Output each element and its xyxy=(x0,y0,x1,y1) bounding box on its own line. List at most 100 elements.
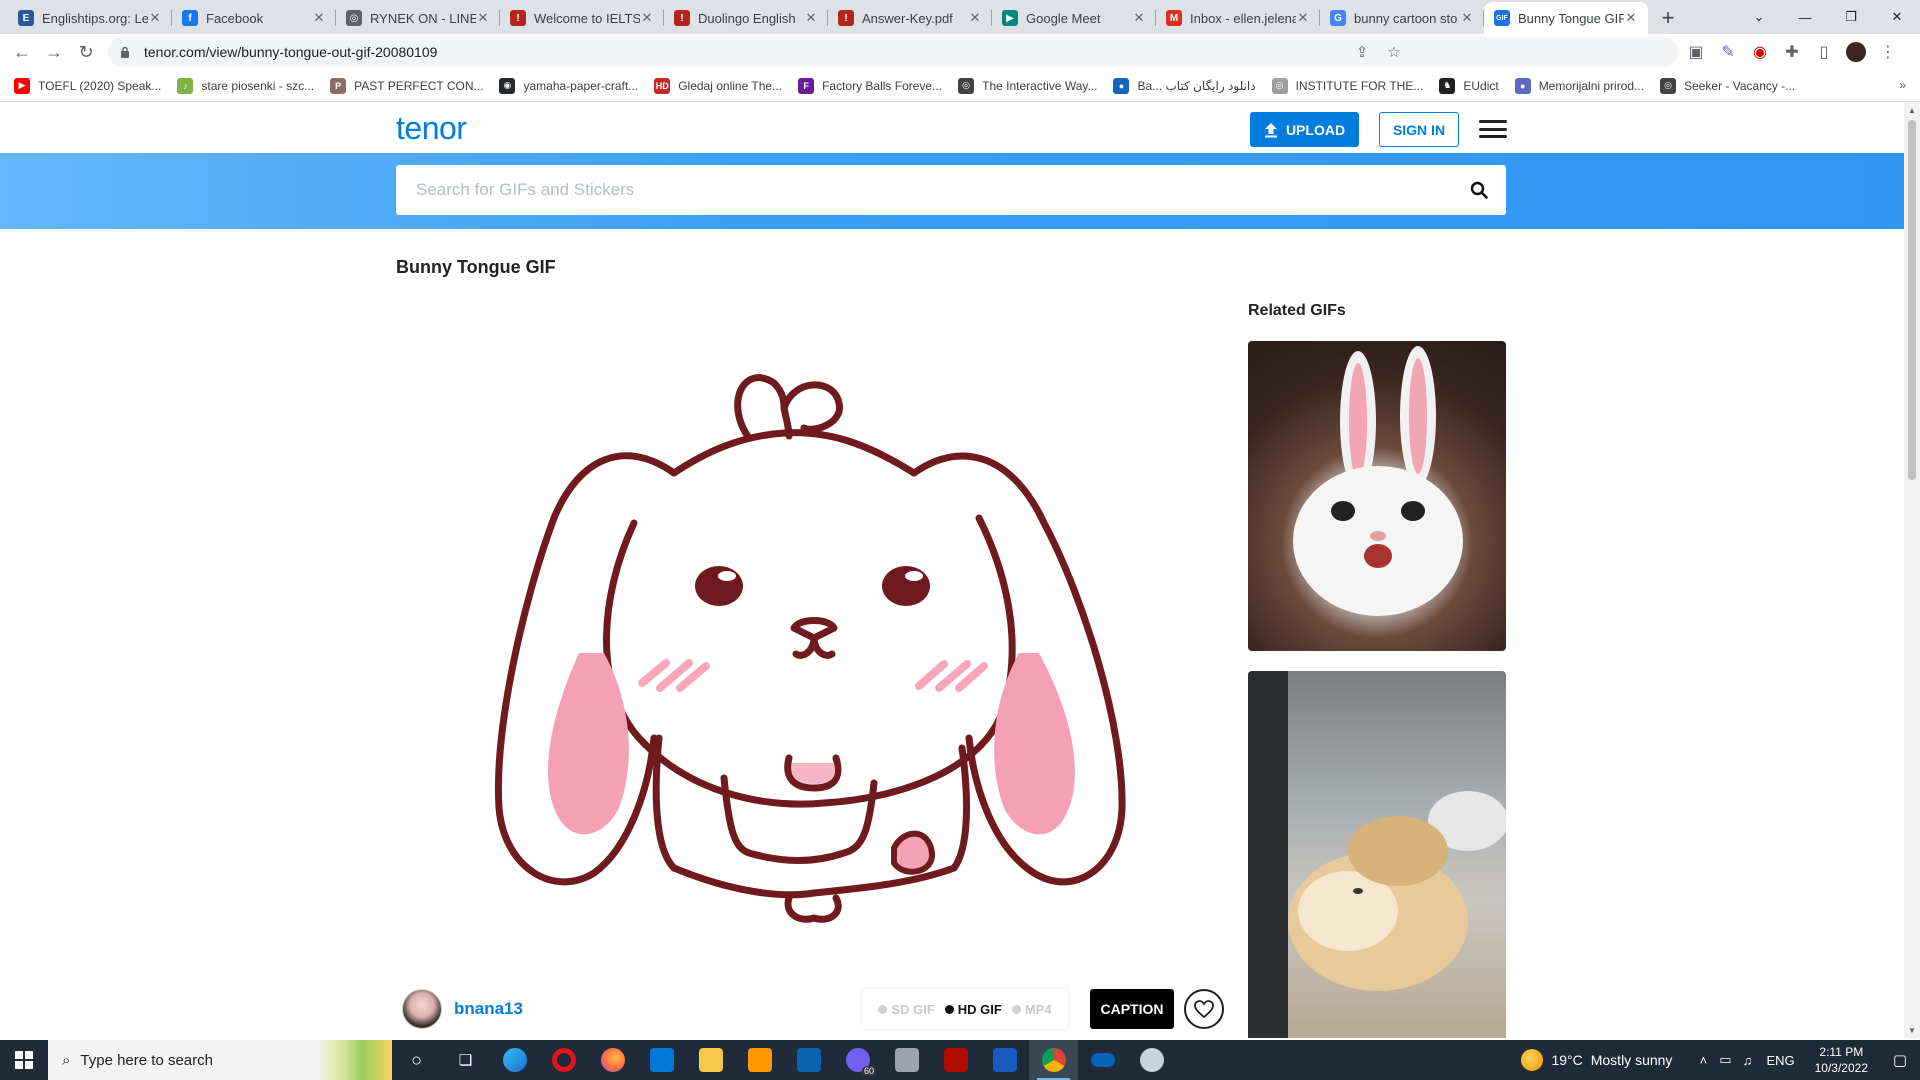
tab-search-icon[interactable]: ⌄ xyxy=(1736,0,1782,34)
author-name[interactable]: bnana13 xyxy=(454,999,523,1019)
forward-button[interactable]: → xyxy=(38,36,70,68)
menu-hamburger-icon[interactable] xyxy=(1479,120,1507,138)
reload-button[interactable]: ↻ xyxy=(70,36,102,68)
omnibox[interactable]: tenor.com/view/bunny-tongue-out-gif-2008… xyxy=(108,37,1678,67)
bookmark-item[interactable]: ● Ba... دانلود رایگان کتاب xyxy=(1113,77,1256,94)
tab-close-icon[interactable]: ✕ xyxy=(1460,10,1474,26)
share-icon[interactable]: ⇪ xyxy=(1346,43,1378,61)
chrome-icon[interactable] xyxy=(1029,1040,1078,1080)
address-bar-row: ← → ↻ tenor.com/view/bunny-tongue-out-gi… xyxy=(0,34,1920,70)
profile-avatar-icon[interactable] xyxy=(1840,37,1872,67)
onedrive-icon[interactable] xyxy=(1078,1040,1127,1080)
bookmark-item[interactable]: ♪ stare piosenki - szc... xyxy=(177,77,314,94)
clock[interactable]: 2:11 PM 10/3/2022 xyxy=(1815,1044,1868,1076)
acrobat-icon[interactable] xyxy=(931,1040,980,1080)
page-scrollbar[interactable]: ▲ ▼ xyxy=(1904,102,1920,1038)
battery-icon[interactable]: ▭ xyxy=(1714,1052,1736,1068)
caption-button[interactable]: CAPTION xyxy=(1090,989,1174,1029)
scroll-up-icon[interactable]: ▲ xyxy=(1908,106,1916,115)
back-button[interactable]: ← xyxy=(6,36,38,68)
ext-pen-icon[interactable]: ✎ xyxy=(1712,37,1744,67)
bookmark-item[interactable]: HD Gledaj online The... xyxy=(654,77,782,94)
browser-tab[interactable]: ! Answer-Key.pdf ✕ xyxy=(828,2,992,34)
chrome-menu-icon[interactable]: ⋮ xyxy=(1872,37,1904,67)
scroll-down-icon[interactable]: ▼ xyxy=(1908,1026,1916,1035)
upload-button[interactable]: UPLOAD xyxy=(1250,112,1359,147)
language-indicator[interactable]: ENG xyxy=(1766,1053,1794,1068)
taskbar-apps: ○ ❏ 60 xyxy=(392,1040,1176,1080)
viber-icon[interactable]: 60 xyxy=(833,1040,882,1080)
word-icon[interactable] xyxy=(980,1040,1029,1080)
edge-icon[interactable] xyxy=(490,1040,539,1080)
search-icon[interactable] xyxy=(1470,181,1488,199)
format-option[interactable]: SD GIF xyxy=(878,1002,935,1017)
ext-record-icon[interactable]: ◉ xyxy=(1744,37,1776,67)
author-avatar[interactable] xyxy=(402,989,442,1029)
new-tab-button[interactable]: + xyxy=(1648,2,1688,34)
bookmark-item[interactable]: ◎ Seeker - Vacancy -... xyxy=(1660,77,1795,94)
browser-tab[interactable]: f Facebook ✕ xyxy=(172,2,336,34)
bookmark-item[interactable]: ◉ yamaha-paper-craft... xyxy=(499,77,638,94)
author-block[interactable]: bnana13 xyxy=(402,989,523,1029)
tab-close-icon[interactable]: ✕ xyxy=(312,10,326,26)
related-gif-hamster[interactable] xyxy=(1248,671,1506,1038)
browser-tab[interactable]: GIF Bunny Tongue GIF ✕ xyxy=(1484,2,1648,34)
tab-close-icon[interactable]: ✕ xyxy=(148,10,162,26)
bookmark-item[interactable]: ● Memorijalni prirod... xyxy=(1514,77,1644,94)
taskbar-search[interactable]: ⌕ Type here to search xyxy=(48,1040,392,1080)
bookmark-item[interactable]: ▶ TOEFL (2020) Speak... xyxy=(14,77,161,94)
tab-close-icon[interactable]: ✕ xyxy=(1296,10,1310,26)
restore-button[interactable]: ❐ xyxy=(1828,0,1874,34)
close-window-button[interactable]: ✕ xyxy=(1874,0,1920,34)
printer-icon[interactable] xyxy=(882,1040,931,1080)
bunny-illustration xyxy=(494,374,1126,923)
format-option[interactable]: MP4 xyxy=(1011,1002,1052,1017)
format-option[interactable]: HD GIF xyxy=(944,1002,1002,1017)
bookmark-item[interactable]: ◎ The Interactive Way... xyxy=(958,77,1097,94)
file-explorer-icon[interactable] xyxy=(686,1040,735,1080)
opera-icon[interactable] xyxy=(539,1040,588,1080)
tab-close-icon[interactable]: ✕ xyxy=(968,10,982,26)
bookmark-item[interactable]: P PAST PERFECT CON... xyxy=(330,77,483,94)
gif-image[interactable] xyxy=(484,308,1142,966)
gif-search-input[interactable]: Search for GIFs and Stickers xyxy=(396,165,1506,215)
weather-widget[interactable]: 19°C Mostly sunny xyxy=(1521,1049,1672,1071)
browser-tab[interactable]: ! Duolingo English ✕ xyxy=(664,2,828,34)
bookmark-item[interactable]: ♞ EUdict xyxy=(1439,77,1499,94)
outlook-icon[interactable] xyxy=(784,1040,833,1080)
notifications-icon[interactable]: ▢ xyxy=(1880,1040,1920,1080)
scroll-thumb[interactable] xyxy=(1908,120,1916,480)
tenor-logo[interactable]: tenor xyxy=(396,110,467,147)
extensions-puzzle-icon[interactable]: ✚ xyxy=(1776,37,1808,67)
browser-tab[interactable]: ! Welcome to IELTS ✕ xyxy=(500,2,664,34)
tab-close-icon[interactable]: ✕ xyxy=(640,10,654,26)
firefox-icon[interactable] xyxy=(588,1040,637,1080)
side-panel-icon[interactable]: ▯ xyxy=(1808,37,1840,67)
volume-icon[interactable]: ♫ xyxy=(1736,1053,1758,1068)
bookmark-star-icon[interactable]: ☆ xyxy=(1378,43,1410,61)
sign-in-button[interactable]: SIGN IN xyxy=(1379,112,1459,147)
sublime-icon[interactable] xyxy=(735,1040,784,1080)
bookmark-item[interactable]: ◎ INSTITUTE FOR THE... xyxy=(1271,77,1423,94)
bookmarks-overflow-icon[interactable]: » xyxy=(1899,78,1906,92)
tab-close-icon[interactable]: ✕ xyxy=(1624,10,1638,26)
tab-close-icon[interactable]: ✕ xyxy=(476,10,490,26)
browser-tab[interactable]: M Inbox - ellen.jelena ✕ xyxy=(1156,2,1320,34)
favorite-heart-button[interactable] xyxy=(1184,989,1224,1029)
bookmark-item[interactable]: F Factory Balls Foreve... xyxy=(798,77,942,94)
minimize-button[interactable]: — xyxy=(1782,0,1828,34)
browser-tab[interactable]: ▶ Google Meet ✕ xyxy=(992,2,1156,34)
cortana-icon[interactable]: ○ xyxy=(392,1040,441,1080)
tab-close-icon[interactable]: ✕ xyxy=(804,10,818,26)
browser-tab[interactable]: Gbunny cartoon sto ✕ xyxy=(1320,2,1484,34)
store-icon[interactable] xyxy=(637,1040,686,1080)
browser-tab[interactable]: E Englishtips.org: Lea ✕ xyxy=(8,2,172,34)
tray-chevron-icon[interactable]: ˄ xyxy=(1692,1053,1714,1068)
start-button[interactable] xyxy=(0,1040,48,1080)
task-view-icon[interactable]: ❏ xyxy=(441,1040,490,1080)
related-gif-snowball-rabbit[interactable] xyxy=(1248,341,1506,651)
tab-close-icon[interactable]: ✕ xyxy=(1132,10,1146,26)
browser-tab[interactable]: ◎ RYNEK ON - LINE ✕ xyxy=(336,2,500,34)
ext-f-icon[interactable]: ▣ xyxy=(1680,37,1712,67)
app-misc-icon[interactable] xyxy=(1127,1040,1176,1080)
